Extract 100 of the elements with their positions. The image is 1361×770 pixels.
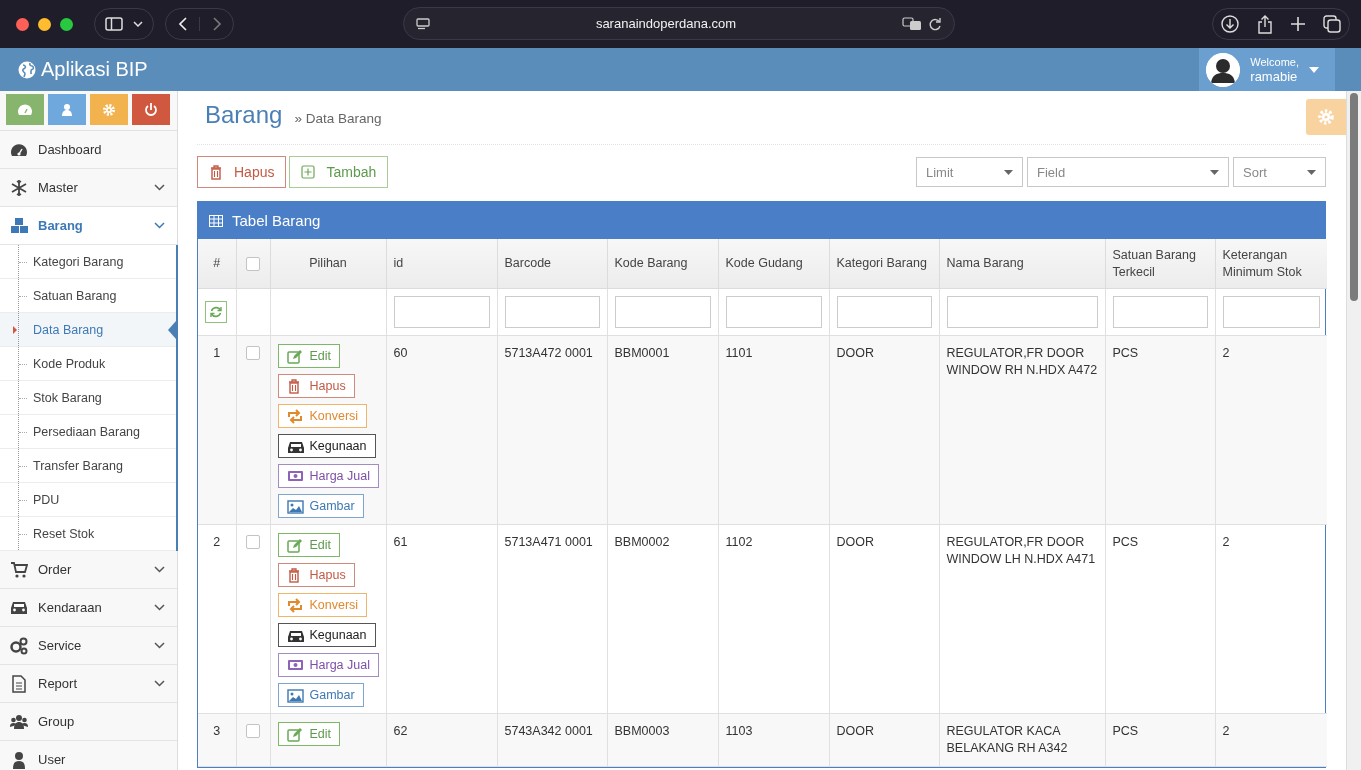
column-header: Satuan Barang Terkecil bbox=[1105, 239, 1215, 289]
checkbox[interactable] bbox=[246, 346, 260, 360]
gear-icon bbox=[101, 101, 117, 118]
table-cell: 1102 bbox=[718, 524, 829, 714]
caret-icon bbox=[1307, 169, 1316, 175]
user-icon bbox=[59, 101, 75, 118]
submenu-item[interactable]: Reset Stok bbox=[0, 517, 176, 551]
submenu-item[interactable]: PDU bbox=[0, 483, 176, 517]
globe-icon bbox=[18, 60, 36, 79]
chevron-down-icon bbox=[154, 222, 165, 229]
select-field[interactable]: Sort bbox=[1233, 157, 1326, 187]
sidebar-item[interactable]: Barang bbox=[0, 207, 177, 245]
plus-icon bbox=[1291, 17, 1305, 31]
chevron-down-icon bbox=[154, 184, 165, 191]
tabs-icon bbox=[1323, 15, 1341, 33]
close-button[interactable] bbox=[16, 17, 29, 31]
submenu-item[interactable]: Transfer Barang bbox=[0, 449, 176, 483]
translate-icon bbox=[902, 16, 922, 31]
zoom-button[interactable] bbox=[60, 17, 73, 31]
sidebar-item[interactable]: Kendaraan bbox=[0, 589, 177, 627]
checkbox[interactable] bbox=[246, 535, 260, 549]
download-icon bbox=[1221, 15, 1239, 33]
column-header: Kategori Barang bbox=[829, 239, 939, 289]
sidebar-item[interactable]: Dashboard bbox=[0, 131, 177, 169]
table-cell: 61 bbox=[386, 524, 497, 714]
delete-button[interactable]: Hapus bbox=[277, 374, 355, 398]
image-icon bbox=[286, 687, 304, 703]
sidebar-item[interactable]: Group bbox=[0, 703, 177, 741]
scrollbar-thumb[interactable] bbox=[1350, 93, 1358, 301]
table-cell: DOOR bbox=[829, 335, 939, 525]
filter-field[interactable] bbox=[393, 296, 490, 328]
filter-field[interactable] bbox=[1112, 296, 1208, 328]
submenu-item[interactable]: Persediaan Barang bbox=[0, 415, 176, 449]
submenu-item[interactable]: Kategori Barang bbox=[0, 245, 176, 279]
usage-button[interactable]: Kegunaan bbox=[277, 434, 376, 458]
filter-field[interactable] bbox=[725, 296, 822, 328]
column-header: Nama Barang bbox=[939, 239, 1105, 289]
caret-icon bbox=[1309, 66, 1319, 73]
filter-field[interactable] bbox=[836, 296, 932, 328]
settings-button[interactable] bbox=[1306, 99, 1346, 135]
new-tab-button[interactable] bbox=[1291, 17, 1305, 31]
banknote-icon bbox=[286, 657, 304, 673]
image-button[interactable]: Gambar bbox=[277, 683, 364, 707]
filter-field[interactable] bbox=[614, 296, 711, 328]
sidebar-item[interactable]: User bbox=[0, 741, 177, 770]
select-field[interactable]: Limit bbox=[916, 157, 1023, 187]
usage-button[interactable]: Kegunaan bbox=[277, 623, 376, 647]
settings-button[interactable] bbox=[90, 94, 128, 125]
delete-button[interactable]: Hapus bbox=[197, 156, 287, 188]
checkbox[interactable] bbox=[246, 256, 260, 271]
table-icon bbox=[209, 214, 223, 227]
edit-icon bbox=[286, 348, 304, 364]
row-number: 3 bbox=[198, 713, 236, 767]
dashboard-button[interactable] bbox=[6, 94, 44, 125]
edit-icon bbox=[286, 537, 304, 553]
column-header: Kode Barang bbox=[607, 239, 718, 289]
table-cell: 62 bbox=[386, 713, 497, 767]
page-icon bbox=[416, 17, 430, 30]
filter-field[interactable] bbox=[504, 296, 600, 328]
swap-arrows-icon bbox=[286, 597, 304, 613]
sidebar-item[interactable]: Service bbox=[0, 627, 177, 665]
reload-button[interactable] bbox=[928, 16, 942, 31]
logout-button[interactable] bbox=[132, 94, 170, 125]
price-button[interactable]: Harga Jual bbox=[277, 653, 379, 677]
table-cell: 60 bbox=[386, 335, 497, 525]
table-cell: 5713A472 0001 bbox=[497, 335, 607, 525]
share-button[interactable] bbox=[1257, 14, 1273, 34]
table-cell: DOOR bbox=[829, 713, 939, 767]
download-button[interactable] bbox=[1221, 15, 1239, 33]
submenu-item[interactable]: Data Barang bbox=[0, 313, 176, 347]
swap-arrows-icon bbox=[286, 408, 304, 424]
submenu-item[interactable]: Kode Produk bbox=[0, 347, 176, 381]
refresh-button[interactable] bbox=[205, 301, 227, 323]
chevron-down-icon bbox=[154, 680, 165, 687]
column-header: Kode Gudang bbox=[718, 239, 829, 289]
table-cell: 5743A342 0001 bbox=[497, 713, 607, 767]
table-cell: BBM0002 bbox=[607, 524, 718, 714]
filter-field[interactable] bbox=[1222, 296, 1320, 328]
image-button[interactable]: Gambar bbox=[277, 494, 364, 518]
sidebar-item[interactable]: Report bbox=[0, 665, 177, 703]
sidebar-icon bbox=[105, 17, 123, 31]
minimize-button[interactable] bbox=[38, 17, 51, 31]
user-name: ramabie bbox=[1250, 68, 1299, 84]
select-field[interactable]: Field bbox=[1027, 157, 1229, 187]
panel-title: Tabel Barang bbox=[232, 212, 321, 229]
checkbox[interactable] bbox=[246, 724, 260, 738]
table-cell: PCS bbox=[1105, 524, 1215, 714]
table-cell: 2 bbox=[1215, 713, 1327, 767]
column-header: # bbox=[198, 239, 236, 289]
app-title: Aplikasi BIP bbox=[41, 58, 148, 81]
filter-field[interactable] bbox=[946, 296, 1098, 328]
price-button[interactable]: Harga Jual bbox=[277, 464, 379, 488]
table-cell: PCS bbox=[1105, 335, 1215, 525]
address-bar[interactable]: saranaindoperdana.com bbox=[403, 7, 955, 40]
profile-button[interactable] bbox=[48, 94, 86, 125]
delete-button[interactable]: Hapus bbox=[277, 563, 355, 587]
submenu-item[interactable]: Stok Barang bbox=[0, 381, 176, 415]
tabs-button[interactable] bbox=[1323, 15, 1341, 33]
sidebar-item[interactable]: Order bbox=[0, 551, 177, 589]
caret-icon bbox=[1210, 169, 1219, 175]
